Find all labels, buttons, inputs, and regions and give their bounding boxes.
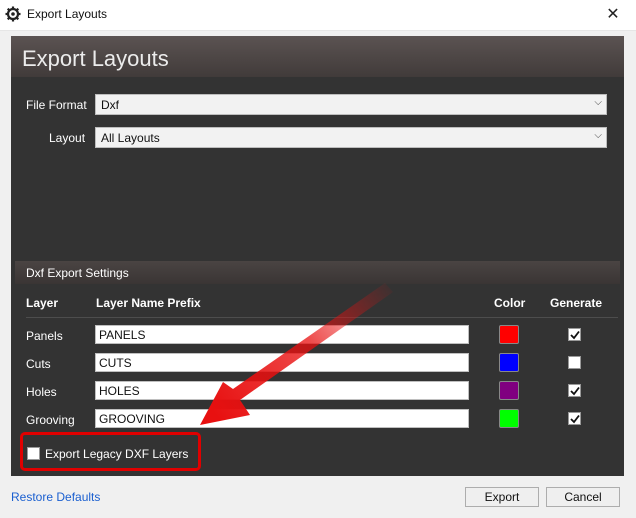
annotation-arrow-shape bbox=[200, 283, 393, 425]
export-button[interactable]: Export bbox=[465, 487, 539, 507]
restore-defaults-link[interactable]: Restore Defaults bbox=[11, 490, 100, 504]
annotation-arrow bbox=[200, 283, 393, 425]
cancel-button[interactable]: Cancel bbox=[546, 487, 620, 507]
